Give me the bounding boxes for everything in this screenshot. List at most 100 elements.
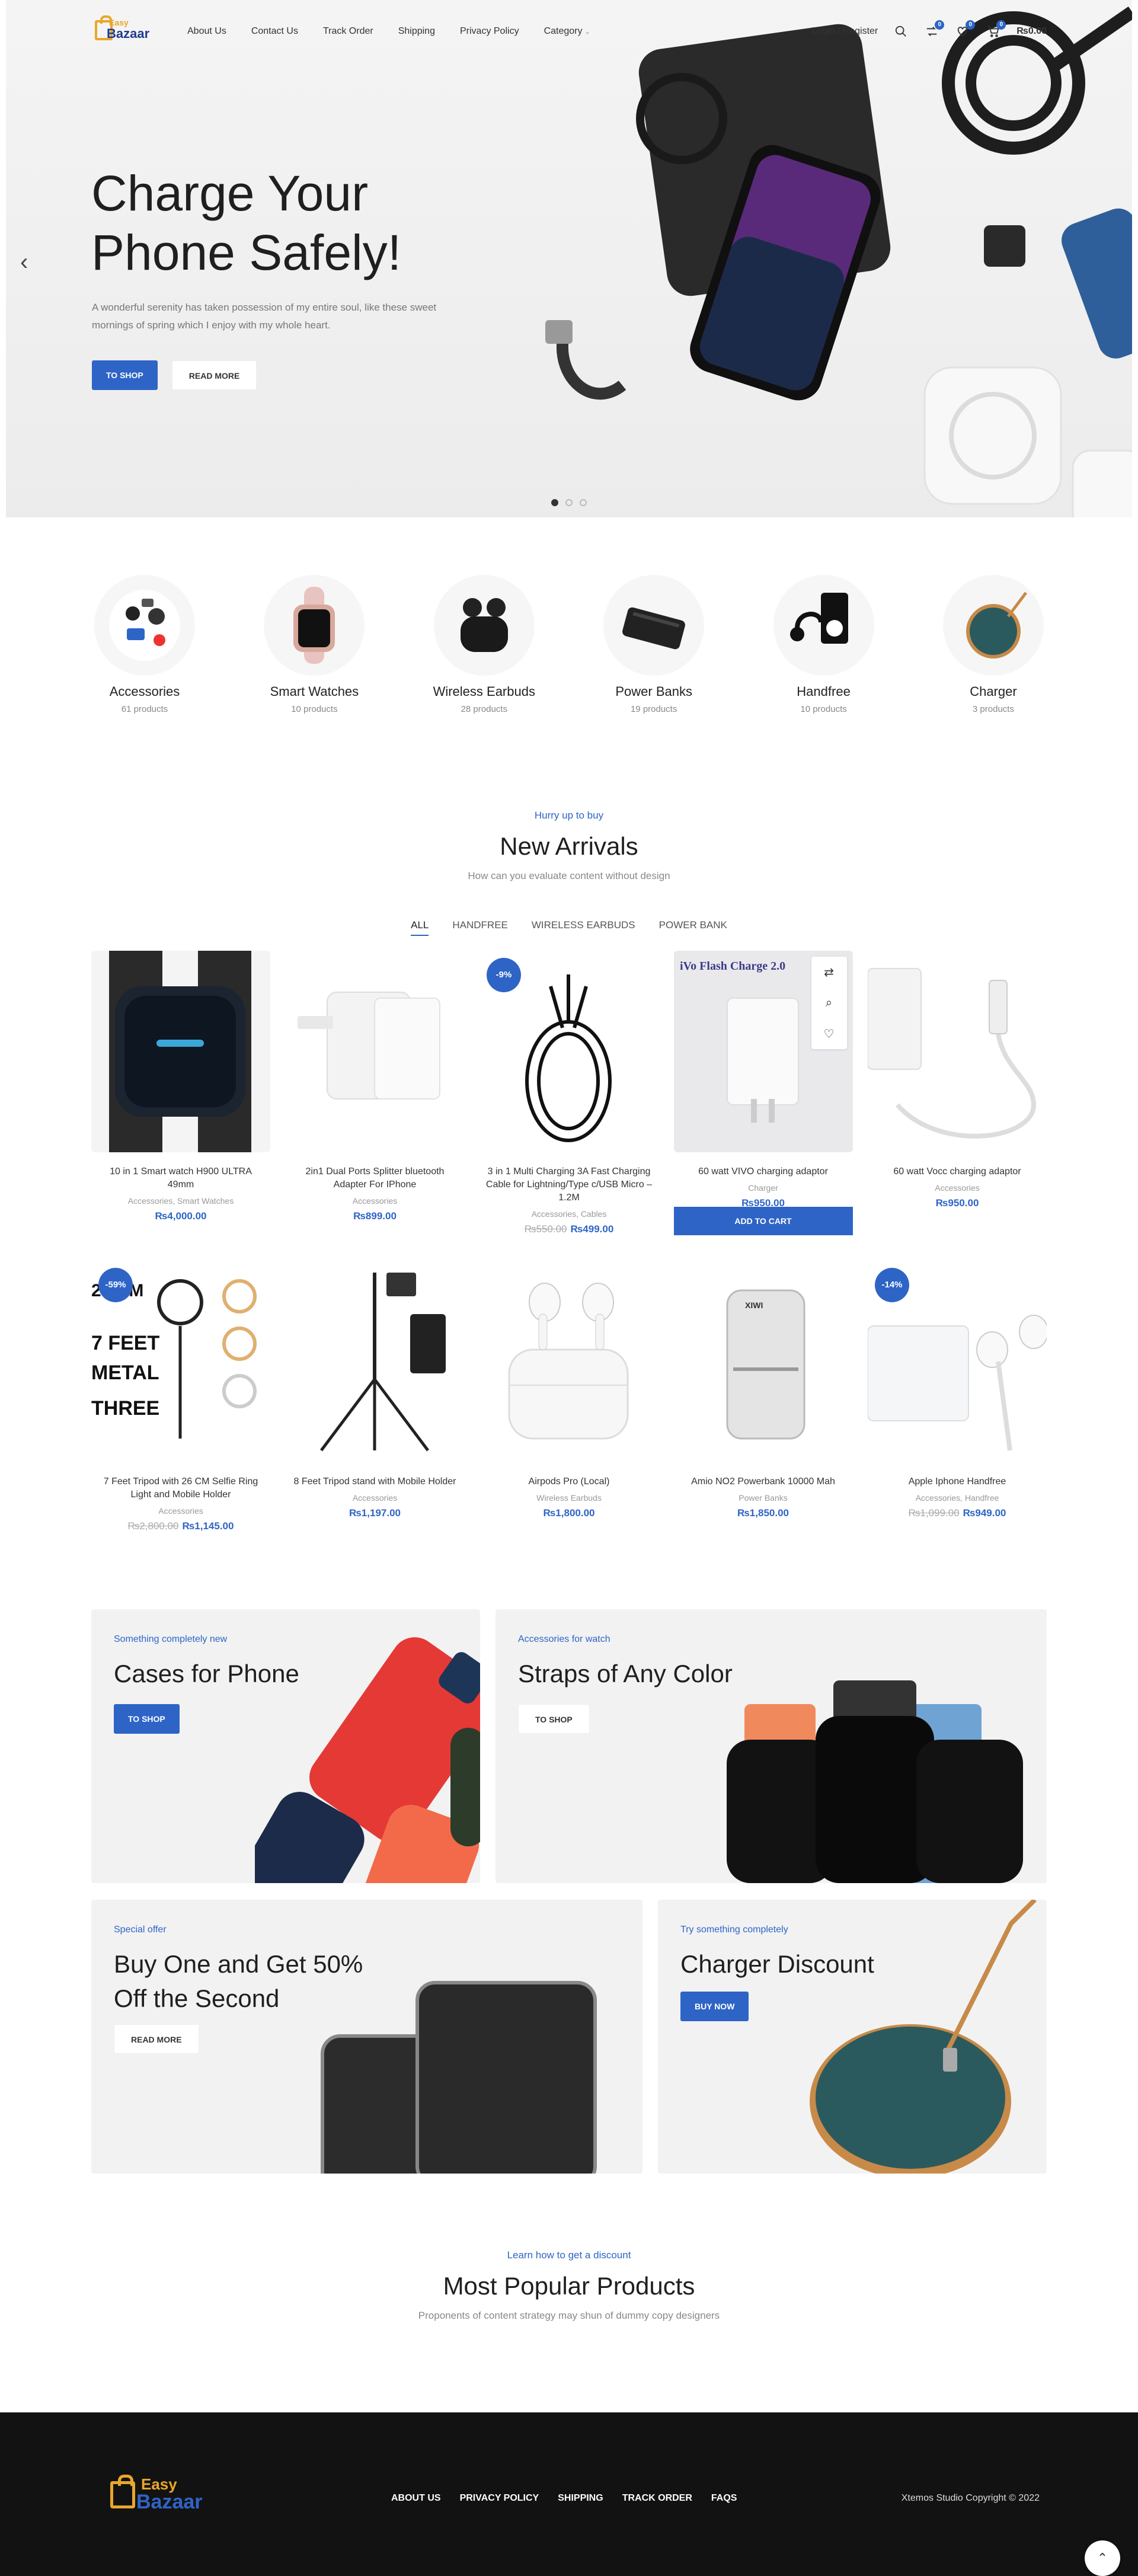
category-image xyxy=(603,575,705,676)
product-title[interactable]: Apple Iphone Handfree xyxy=(868,1475,1047,1488)
product-categories[interactable]: Charger xyxy=(674,1183,853,1193)
product-image[interactable] xyxy=(285,1261,465,1462)
cart-total[interactable]: ₨0.00 xyxy=(1016,26,1047,37)
hero-read-more-button[interactable]: READ MORE xyxy=(171,360,257,390)
scroll-to-top-icon[interactable]: ⌃ xyxy=(1085,2540,1120,2576)
tab-power-bank[interactable]: POWER BANK xyxy=(659,919,727,936)
product-title[interactable]: 60 watt VIVO charging adaptor xyxy=(674,1165,853,1178)
category-name: Charger xyxy=(970,684,1017,699)
product-title[interactable]: Airpods Pro (Local) xyxy=(480,1475,658,1488)
tab-all[interactable]: ALL xyxy=(411,919,429,936)
section-eyebrow: Hurry up to buy xyxy=(534,810,604,821)
product-title[interactable]: 7 Feet Tripod with 26 CM Selfie Ring Lig… xyxy=(91,1475,270,1501)
footer-logo[interactable]: Easy Bazaar xyxy=(110,2472,205,2519)
product-image[interactable] xyxy=(91,951,270,1152)
product-card[interactable]: -59% 26 CM7 FEETMETALTHREE 7 Feet Tripod… xyxy=(91,1261,270,1532)
banner-buy-now-button[interactable]: BUY NOW xyxy=(680,1992,749,2021)
product-grid-row-1: 10 in 1 Smart watch H900 ULTRA 49mm Acce… xyxy=(91,951,1047,1235)
nav-contact-us[interactable]: Contact Us xyxy=(251,26,298,37)
product-card[interactable]: XIWI Amio NO2 Powerbank 10000 Mah Power … xyxy=(673,1261,853,1532)
product-image[interactable] xyxy=(868,951,1047,1152)
compare-icon[interactable]: 0 xyxy=(924,20,945,39)
search-icon[interactable] xyxy=(893,24,909,39)
product-card[interactable]: iVo Flash Charge 2.0 ⇄ ⌕ ♡ ADD TO CART 6… xyxy=(673,951,853,1235)
site-logo[interactable]: Easy Bazaar xyxy=(95,15,152,46)
tab-handfree[interactable]: HANDFREE xyxy=(452,919,508,936)
compare-icon[interactable]: ⇄ xyxy=(811,957,847,987)
hero-dot[interactable] xyxy=(551,499,558,506)
product-categories[interactable]: Wireless Earbuds xyxy=(480,1493,658,1503)
product-card[interactable]: 8 Feet Tripod stand with Mobile Holder A… xyxy=(285,1261,465,1532)
product-categories[interactable]: Accessories, Smart Watches xyxy=(91,1196,270,1206)
hero-shop-button[interactable]: TO SHOP xyxy=(92,360,158,390)
product-categories[interactable]: Accessories xyxy=(286,1196,465,1206)
cart-icon[interactable]: 0 xyxy=(986,20,1006,39)
wishlist-heart-icon[interactable]: ♡ xyxy=(811,1018,847,1049)
wishlist-heart-icon[interactable]: 0 xyxy=(955,20,976,39)
banner-read-more-button[interactable]: READ MORE xyxy=(114,2024,199,2054)
banner-shop-button[interactable]: TO SHOP xyxy=(518,1704,590,1734)
product-card[interactable]: 2in1 Dual Ports Splitter bluetooth Adapt… xyxy=(285,951,465,1235)
product-title[interactable]: 60 watt Vocc charging adaptor xyxy=(868,1165,1047,1178)
product-image[interactable] xyxy=(285,951,465,1152)
current-price: ₨1,145.00 xyxy=(182,1520,234,1532)
product-card[interactable]: -9% 3 in 1 Multi Charging 3A Fast Chargi… xyxy=(480,951,658,1235)
category-accessories[interactable]: Accessories 61 products xyxy=(91,575,198,714)
category-count: 28 products xyxy=(461,704,507,714)
promo-banner-bogo[interactable]: Special offer Buy One and Get 50% Off the… xyxy=(91,1900,642,2174)
category-handfree[interactable]: Handfree 10 products xyxy=(771,575,877,714)
category-wireless-earbuds[interactable]: Wireless Earbuds 28 products xyxy=(431,575,538,714)
product-title[interactable]: 8 Feet Tripod stand with Mobile Holder xyxy=(286,1475,465,1488)
login-register-link[interactable]: Login / Register xyxy=(811,26,878,37)
product-card[interactable]: Airpods Pro (Local) Wireless Earbuds ₨1,… xyxy=(480,1261,658,1532)
svg-text:THREE: THREE xyxy=(91,1397,159,1420)
category-charger[interactable]: Charger 3 products xyxy=(940,575,1047,714)
product-title[interactable]: Amio NO2 Powerbank 10000 Mah xyxy=(674,1475,853,1488)
product-card[interactable]: 60 watt Vocc charging adaptor Accessorie… xyxy=(868,951,1047,1235)
banner-title: Buy One and Get 50% Off the Second xyxy=(114,1947,363,2016)
banner-eyebrow: Special offer xyxy=(114,1925,167,1935)
tab-wireless-earbuds[interactable]: WIRELESS EARBUDS xyxy=(532,919,635,936)
shopping-bag-icon xyxy=(110,2475,135,2508)
hero-prev-arrow-icon[interactable]: ‹ xyxy=(20,249,28,276)
site-header: Easy Bazaar About Us Contact Us Track Or… xyxy=(0,0,1138,65)
category-smart-watches[interactable]: Smart Watches 10 products xyxy=(261,575,367,714)
product-categories[interactable]: Accessories xyxy=(868,1183,1047,1193)
copyright-text: Xtemos Studio Copyright © 2022 xyxy=(901,2493,1040,2503)
product-title[interactable]: 2in1 Dual Ports Splitter bluetooth Adapt… xyxy=(286,1165,465,1191)
product-categories[interactable]: Accessories, Handfree xyxy=(868,1493,1047,1503)
nav-privacy-policy[interactable]: Privacy Policy xyxy=(460,26,519,37)
footer-links: ABOUT US PRIVACY POLICY SHIPPING TRACK O… xyxy=(391,2493,737,2504)
product-categories[interactable]: Power Banks xyxy=(674,1493,853,1503)
nav-shipping[interactable]: Shipping xyxy=(398,26,435,37)
hero-dot[interactable] xyxy=(580,499,587,506)
add-to-cart-button[interactable]: ADD TO CART xyxy=(673,1207,853,1235)
nav-category[interactable]: Category ⌄ xyxy=(544,26,590,37)
product-categories[interactable]: Accessories, Cables xyxy=(480,1209,658,1219)
product-price: ₨1,197.00 xyxy=(286,1507,465,1519)
product-categories[interactable]: Accessories xyxy=(91,1506,270,1516)
product-title[interactable]: 3 in 1 Multi Charging 3A Fast Charging C… xyxy=(480,1165,658,1204)
product-card[interactable]: 10 in 1 Smart watch H900 ULTRA 49mm Acce… xyxy=(91,951,270,1235)
nav-about-us[interactable]: About Us xyxy=(187,26,226,37)
footer-link-track-order[interactable]: TRACK ORDER xyxy=(622,2493,692,2504)
footer-link-faqs[interactable]: FAQS xyxy=(711,2493,737,2504)
search-icon[interactable]: ⌕ xyxy=(811,987,847,1018)
promo-banner-charger[interactable]: Try something completely Charger Discoun… xyxy=(658,1900,1047,2174)
old-price: ₨1,099.00 xyxy=(908,1507,960,1519)
footer-link-privacy-policy[interactable]: PRIVACY POLICY xyxy=(460,2493,539,2504)
hero-dot[interactable] xyxy=(565,499,573,506)
product-image[interactable]: XIWI xyxy=(673,1261,853,1462)
category-power-banks[interactable]: Power Banks 19 products xyxy=(600,575,707,714)
product-card[interactable]: -14% Apple Iphone Handfree Accessories, … xyxy=(868,1261,1047,1532)
banner-shop-button[interactable]: TO SHOP xyxy=(114,1704,180,1734)
nav-track-order[interactable]: Track Order xyxy=(323,26,373,37)
product-price: ₨899.00 xyxy=(286,1210,465,1222)
promo-banner-straps[interactable]: Accessories for watch Straps of Any Colo… xyxy=(496,1609,1047,1883)
product-categories[interactable]: Accessories xyxy=(286,1493,465,1503)
footer-link-about-us[interactable]: ABOUT US xyxy=(391,2493,441,2504)
product-image[interactable] xyxy=(480,1261,658,1462)
product-title[interactable]: 10 in 1 Smart watch H900 ULTRA 49mm xyxy=(91,1165,270,1191)
footer-link-shipping[interactable]: SHIPPING xyxy=(558,2493,603,2504)
promo-banner-cases[interactable]: Something completely new Cases for Phone… xyxy=(91,1609,480,1883)
